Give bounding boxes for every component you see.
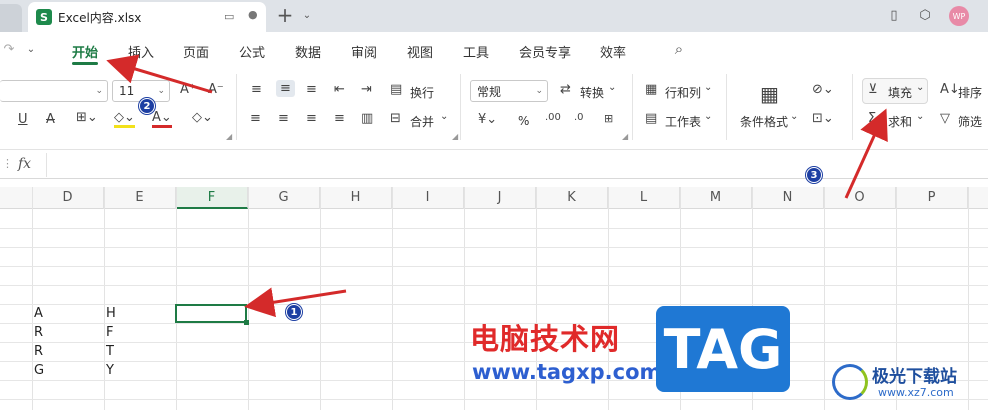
step-badge-1: 1	[286, 304, 302, 320]
arrow-to-cell	[244, 287, 347, 318]
arrow-to-home-tab	[106, 54, 213, 94]
step-badge-2: 2	[139, 98, 155, 114]
arrow-to-fill-button	[844, 108, 888, 199]
annotation-arrows	[106, 54, 888, 318]
spreadsheet-app-window: { "app_icon_letter": "S", "document_tab"…	[0, 0, 988, 410]
step-badge-3: 3	[806, 167, 822, 183]
